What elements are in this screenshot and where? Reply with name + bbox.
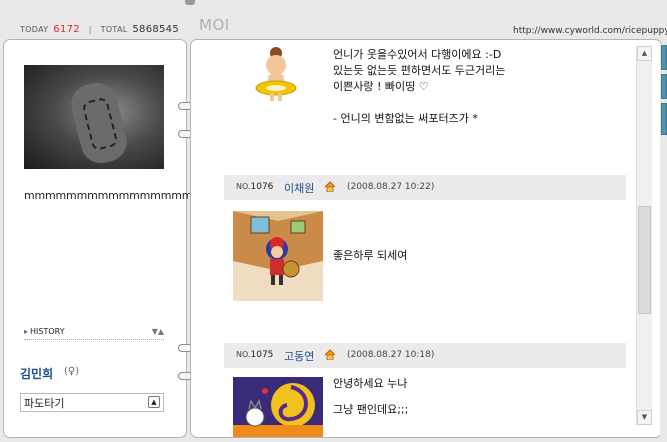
top-bar: TODAY 6172 | TOTAL 5868545 MOI http://ww… [0,0,667,40]
wave-dropdown[interactable]: 파도타기 ▲ [20,393,164,412]
entry-message: 언니가 웃을수있어서 다행이에요 :-D 있는듯 없는듯 편하면서도 두근거리는… [333,47,505,127]
profile-photo [24,65,164,169]
entry-number: NO.1076 [236,182,274,192]
entry-message: 좋은하루 되세여 [333,249,408,262]
message-line: - 언니의 변함없는 써포터즈가 * [333,112,478,125]
vertical-scrollbar[interactable]: ▲ ▼ [636,46,652,425]
scroll-up-icon[interactable]: ▲ [637,46,652,61]
writer-name[interactable]: 이채원 [284,180,314,196]
menu-tab[interactable] [661,74,667,99]
visitor-counter: TODAY 6172 | TOTAL 5868545 [20,24,179,35]
history-label: HISTORY [30,327,65,336]
minimi-swimring-avatar [255,47,297,101]
total-label: TOTAL [100,25,128,34]
menu-tab[interactable] [661,45,667,70]
homepage-url[interactable]: http://www.cyworld.com/ricepuppy [513,26,667,36]
entry-header: NO.1076 이채원 (2008.08.27 10:22) [224,175,626,200]
message-line: 안녕하세요 누나 [333,377,408,390]
history-toggle[interactable]: ▸ HISTORY ▼▲ [24,327,164,340]
scroll-down-icon[interactable]: ▼ [637,410,652,425]
entry-date: (2008.08.27 10:18) [347,350,435,360]
top-notch [185,0,195,5]
mood-text: mmmmmmmmmmmmmmmm [24,189,193,202]
message-line: 있는듯 없는듯 편하면서도 두근거리는 [333,64,506,77]
history-arrow-icon: ▸ [24,327,29,336]
minimi-night-avatar [233,377,323,437]
homepage-title: MOI [199,16,230,34]
profile-panel: mmmmmmmmmmmmmmmm ▸ HISTORY ▼▲ 김민희 (♀) 파도타… [3,39,192,438]
message-line: 그냥 팬인데요;;; [333,403,409,416]
gender-symbol: (♀) [64,366,80,377]
message-line: 언니가 웃을수있어서 다행이에요 :-D [333,48,502,61]
guestbook-scroll-area[interactable]: 언니가 웃을수있어서 다행이에요 :-D 있는듯 없는듯 편하면서도 두근거리는… [191,40,631,437]
today-label: TODAY [20,25,49,34]
minimi-room-avatar [233,211,323,301]
entry-header: NO.1075 고동연 (2008.08.27 10:18) [224,343,626,368]
total-count: 5868545 [132,24,180,35]
entry-message: 안녕하세요 누나 그냥 팬인데요;;; [333,376,408,418]
message-line: 이쁜사랑 ! 빠이띵 ♡ [333,80,429,93]
scroll-thumb[interactable] [638,206,651,314]
message-line [333,95,505,111]
owner-name[interactable]: 김민희 [20,365,53,382]
history-expand-icon[interactable]: ▼▲ [152,327,164,336]
home-icon[interactable] [324,181,336,192]
counter-separator: | [88,25,92,34]
today-count: 6172 [53,24,80,35]
message-line [333,392,408,402]
wave-dropdown-value: 파도타기 [24,397,65,410]
menu-tab[interactable] [661,103,667,135]
dropdown-icon[interactable]: ▲ [148,396,160,408]
home-icon[interactable] [324,349,336,360]
entry-number: NO.1075 [236,350,274,360]
entry-date: (2008.08.27 10:22) [347,182,435,192]
guestbook-panel: 언니가 웃을수있어서 다행이에요 :-D 있는듯 없는듯 편하면서도 두근거리는… [190,39,662,438]
writer-name[interactable]: 고동연 [284,348,314,364]
